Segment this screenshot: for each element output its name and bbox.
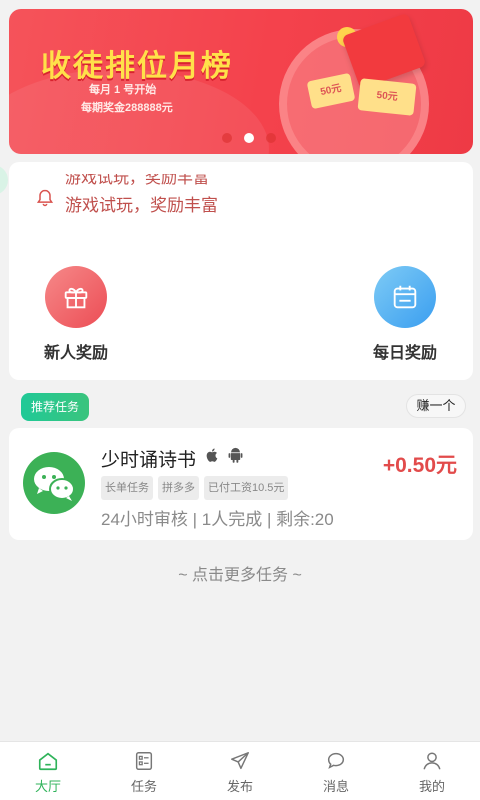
tab-publish[interactable]: 发布	[192, 742, 288, 800]
daily-reward-entry[interactable]: 每日奖励	[360, 266, 450, 363]
carousel-dot[interactable]	[266, 133, 276, 143]
side-float-handle[interactable]	[0, 165, 8, 195]
tab-label: 发布	[226, 779, 253, 794]
calendar-icon	[374, 266, 436, 328]
tab-label: 消息	[322, 779, 349, 794]
banner-prize: 每期奖金288888元	[81, 102, 173, 114]
task-meta: 24小时审核 | 1人完成 | 剩余:20	[101, 510, 334, 529]
user-icon	[423, 752, 441, 770]
coupon-icon: 50元	[357, 78, 417, 116]
task-card[interactable]: 少时诵诗书 +0.50元 长单任务 拼多多 已付工资10.5元 24小时审核 |…	[9, 428, 473, 540]
chat-icon	[327, 752, 345, 769]
task-tag: 拼多多	[158, 476, 199, 500]
tab-tasks[interactable]: 任务	[96, 742, 192, 800]
more-tasks-link[interactable]: ~ 点击更多任务 ~	[0, 561, 480, 585]
gift-icon	[45, 266, 107, 328]
banner-subtitle: 每月 1 号开始	[89, 84, 157, 96]
android-icon	[228, 447, 243, 463]
recommend-tag: 推荐任务	[21, 393, 89, 421]
carousel-dot-active[interactable]	[244, 133, 254, 143]
task-name: 少时诵诗书	[101, 450, 197, 471]
earn-one-button[interactable]: 赚一个	[406, 394, 466, 418]
wechat-icon	[23, 452, 85, 514]
notice-text: 游戏试玩，奖励丰富	[65, 196, 218, 214]
send-icon	[231, 752, 249, 770]
carousel-dot[interactable]	[222, 133, 232, 143]
task-tag: 已付工资10.5元	[204, 476, 289, 500]
notice-bar[interactable]: 游戏试玩，奖励丰富 游戏试玩，奖励丰富	[35, 174, 455, 214]
banner-title: 收徒排位月榜	[41, 49, 233, 84]
home-icon	[38, 752, 58, 771]
platform-icons	[205, 447, 243, 463]
tab-label: 我的	[418, 779, 445, 794]
bell-icon	[36, 189, 54, 207]
tab-mine[interactable]: 我的	[384, 742, 480, 800]
carousel-indicator	[222, 133, 276, 143]
bottom-tab-bar: 大厅 任务 发布 消息 我的	[0, 741, 480, 800]
task-tag: 长单任务	[101, 476, 153, 500]
promo-banner[interactable]: 50元 50元 收徒排位月榜 每月 1 号开始 每期奖金288888元	[9, 9, 473, 154]
task-reward: +0.50元	[382, 454, 457, 477]
newbie-reward-entry[interactable]: 新人奖励	[31, 266, 121, 363]
tab-hall[interactable]: 大厅	[0, 742, 96, 800]
apple-icon	[206, 448, 218, 462]
tab-label: 大厅	[34, 779, 61, 794]
task-tags: 长单任务 拼多多 已付工资10.5元	[101, 476, 289, 500]
task-list-icon	[135, 752, 153, 770]
notice-text-previous: 游戏试玩，奖励丰富	[65, 174, 210, 187]
tab-label: 任务	[130, 779, 157, 794]
tab-messages[interactable]: 消息	[288, 742, 384, 800]
feature-label: 新人奖励	[43, 345, 108, 362]
feature-label: 每日奖励	[372, 345, 437, 362]
